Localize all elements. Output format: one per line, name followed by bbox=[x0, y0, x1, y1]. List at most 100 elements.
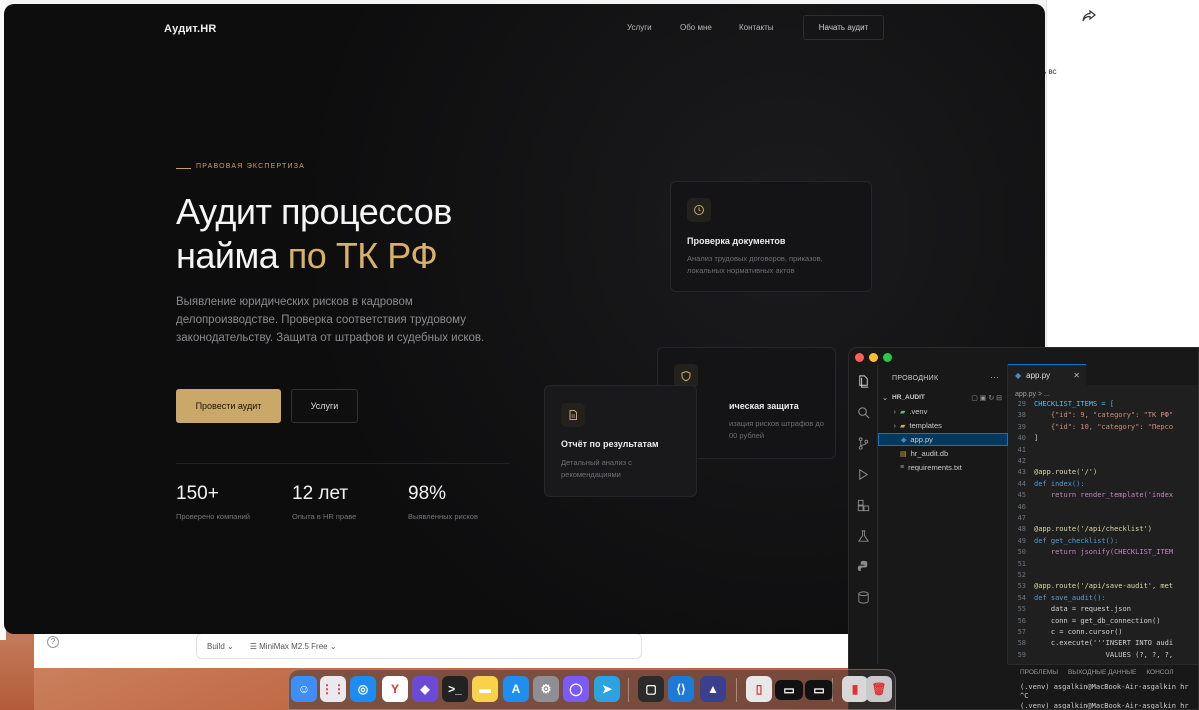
python-icon[interactable] bbox=[856, 559, 871, 574]
dock-obsidian-icon[interactable]: ◆ bbox=[412, 676, 438, 702]
share-icon[interactable] bbox=[1081, 8, 1097, 24]
tab-problems[interactable]: ПРОБЛЕМЫ bbox=[1020, 669, 1058, 676]
code-text: return render_template('index bbox=[1034, 491, 1174, 500]
dock-safari-icon[interactable]: ◎ bbox=[350, 676, 376, 702]
line-number: 47 bbox=[1017, 514, 1026, 522]
tab-output[interactable]: ВЫХОДНЫЕ ДАННЫЕ bbox=[1068, 669, 1136, 676]
line-number: 56 bbox=[1017, 616, 1026, 625]
hero-description: Выявление юридических рисков в кадровом … bbox=[176, 296, 485, 344]
line-number: 53 bbox=[1017, 582, 1026, 591]
tree-item-templates[interactable]: › ▰ templates bbox=[878, 419, 1008, 432]
tab-console[interactable]: КОНСОЛ bbox=[1146, 669, 1173, 676]
code-line[interactable]: 29 CHECKLIST_ITEMS = [ bbox=[1008, 400, 1115, 411]
run-audit-button[interactable]: Провести аудит bbox=[176, 389, 281, 423]
code-line[interactable]: 55 data = request.json bbox=[1008, 605, 1131, 616]
dock-stage-icon[interactable]: ▢ bbox=[638, 676, 664, 702]
code-line[interactable]: 49 def get_checklist(): bbox=[1008, 537, 1119, 548]
tree-item-db[interactable]: ▤ hr_audit.db bbox=[878, 447, 1008, 460]
site-logo[interactable]: Аудит.HR bbox=[164, 23, 217, 35]
code-line[interactable]: 50 return jsonify(CHECKLIST_ITEM bbox=[1008, 548, 1174, 559]
code-line[interactable]: 41 bbox=[1008, 446, 1034, 457]
dock-window-1-icon[interactable]: ▭ bbox=[775, 680, 803, 700]
line-number: 55 bbox=[1017, 605, 1026, 614]
dock-window-2-icon[interactable]: ▭ bbox=[805, 680, 833, 700]
dock-mimestream-icon[interactable]: ▲ bbox=[700, 676, 726, 702]
minimize-window-button[interactable] bbox=[869, 353, 878, 362]
tree-item-app-py[interactable]: ◆ app.py bbox=[878, 433, 1008, 446]
tab-app-py[interactable]: ◆ app.py ✕ bbox=[1008, 364, 1086, 385]
close-tab-icon[interactable]: ✕ bbox=[1073, 371, 1080, 380]
dock-app-store-icon[interactable]: A bbox=[503, 676, 529, 702]
card-report: Отчёт по результатам Детальный анализ с … bbox=[544, 385, 697, 497]
dock-archive-icon[interactable]: ▮ bbox=[842, 676, 868, 702]
extensions-icon[interactable] bbox=[856, 498, 871, 513]
activity-bar bbox=[849, 364, 878, 664]
code-line[interactable]: 45 return render_template('index bbox=[1008, 491, 1174, 502]
nav-services[interactable]: Услуги bbox=[627, 23, 652, 32]
more-actions-icon[interactable]: ··· bbox=[990, 372, 999, 382]
code-line[interactable]: 44 def index(): bbox=[1008, 480, 1085, 491]
build-selector[interactable]: Build ⌄ bbox=[207, 642, 234, 651]
dock-terminal-icon[interactable]: >_ bbox=[442, 676, 468, 702]
dock-finder-icon[interactable]: ☺ bbox=[291, 676, 317, 702]
code-text: def save_audit(): bbox=[1034, 593, 1106, 602]
tree-item-venv[interactable]: › ▰ .venv bbox=[878, 405, 1008, 418]
line-number: 42 bbox=[1017, 457, 1026, 465]
python-file-icon: ◆ bbox=[1015, 370, 1022, 380]
code-line[interactable]: 39 {"id": 10, "category": "Персо bbox=[1008, 423, 1174, 434]
code-editor[interactable]: ◆ app.py ✕ app.py > ... 29 CHECKLIST_ITEM… bbox=[1008, 364, 1198, 664]
dock-telegram-icon[interactable]: ➤ bbox=[594, 676, 620, 702]
dock-settings-icon[interactable]: ⚙ bbox=[533, 676, 559, 702]
code-line[interactable]: 52 bbox=[1008, 571, 1034, 582]
code-line[interactable]: 48 @app.route('/api/checklist') bbox=[1008, 525, 1152, 536]
code-line[interactable]: 54 def save_audit(): bbox=[1008, 594, 1106, 605]
code-line[interactable]: 57 c = conn.cursor() bbox=[1008, 628, 1123, 639]
explorer-icon[interactable] bbox=[856, 374, 871, 389]
dock-preview-icon[interactable]: ▯ bbox=[746, 676, 772, 702]
source-control-icon[interactable] bbox=[856, 436, 871, 451]
line-number: 40 bbox=[1017, 434, 1026, 443]
database-icon[interactable] bbox=[856, 590, 871, 605]
code-line[interactable]: 56 conn = get_db_connection() bbox=[1008, 616, 1161, 628]
dock-yandex-browser-icon[interactable]: Y bbox=[382, 676, 408, 702]
code-line[interactable]: 42 bbox=[1008, 457, 1034, 468]
nav-about[interactable]: Обо мне bbox=[680, 23, 712, 32]
run-debug-icon[interactable] bbox=[856, 467, 871, 482]
close-window-button[interactable] bbox=[855, 353, 864, 362]
services-button[interactable]: Услуги bbox=[291, 389, 358, 423]
code-line[interactable]: 53 @app.route('/api/save-audit', met bbox=[1008, 582, 1174, 593]
line-number: 54 bbox=[1017, 593, 1026, 602]
help-icon[interactable]: ? bbox=[47, 636, 59, 648]
dock-chat-icon[interactable]: ◯ bbox=[563, 676, 589, 702]
code-line[interactable]: 46 bbox=[1008, 503, 1034, 514]
model-selector[interactable]: ☰ MiniMax M2.5 Free ⌄ bbox=[250, 642, 337, 651]
start-audit-button[interactable]: Начать аудит bbox=[803, 15, 884, 40]
testing-icon[interactable] bbox=[856, 529, 871, 544]
explorer-toolbar-icons[interactable]: ▢ ▣ ↻ ⊟ bbox=[971, 394, 1002, 402]
clock-icon bbox=[687, 198, 711, 222]
search-icon[interactable] bbox=[856, 405, 871, 420]
code-line[interactable]: 43 @app.route('/') bbox=[1008, 468, 1098, 479]
stat-label: Проверено компаний bbox=[176, 512, 250, 521]
code-text: ] bbox=[1034, 434, 1039, 443]
tree-item-requirements[interactable]: ≡ requirements.txt bbox=[878, 461, 1008, 474]
code-text: VALUES (?, ?, ?, bbox=[1034, 650, 1174, 659]
background-prompt-input[interactable]: Build ⌄ ☰ MiniMax M2.5 Free ⌄ bbox=[196, 633, 642, 659]
dock-notes-icon[interactable]: ▬ bbox=[472, 676, 498, 702]
code-line[interactable]: 58 c.execute('''INSERT INTO audi bbox=[1008, 639, 1174, 650]
dock-trash-icon[interactable]: 🗑 bbox=[866, 676, 892, 702]
zoom-window-button[interactable] bbox=[883, 353, 892, 362]
database-file-icon: ▤ bbox=[900, 450, 907, 458]
code-line[interactable]: 47 bbox=[1008, 514, 1034, 525]
dock-launchpad-icon[interactable]: ⋮⋮ bbox=[320, 676, 346, 702]
background-right-panel bbox=[1046, 0, 1199, 350]
code-line[interactable]: 59 VALUES (?, ?, ?, bbox=[1008, 650, 1174, 662]
project-root[interactable]: ⌄ HR_AUDIT ▢ ▣ ↻ ⊟ bbox=[878, 391, 1008, 404]
nav-contacts[interactable]: Контакты bbox=[739, 23, 774, 32]
dock-separator bbox=[832, 678, 833, 702]
code-line[interactable]: 38 {"id": 9, "category": "ТК РФ" bbox=[1008, 411, 1174, 422]
stat-companies: 150+ Проверено компаний bbox=[176, 483, 250, 521]
code-line[interactable]: 51 bbox=[1008, 560, 1034, 571]
code-line[interactable]: 40] bbox=[1008, 434, 1039, 445]
dock-vscode-icon[interactable]: ⟨⟩ bbox=[668, 676, 694, 702]
